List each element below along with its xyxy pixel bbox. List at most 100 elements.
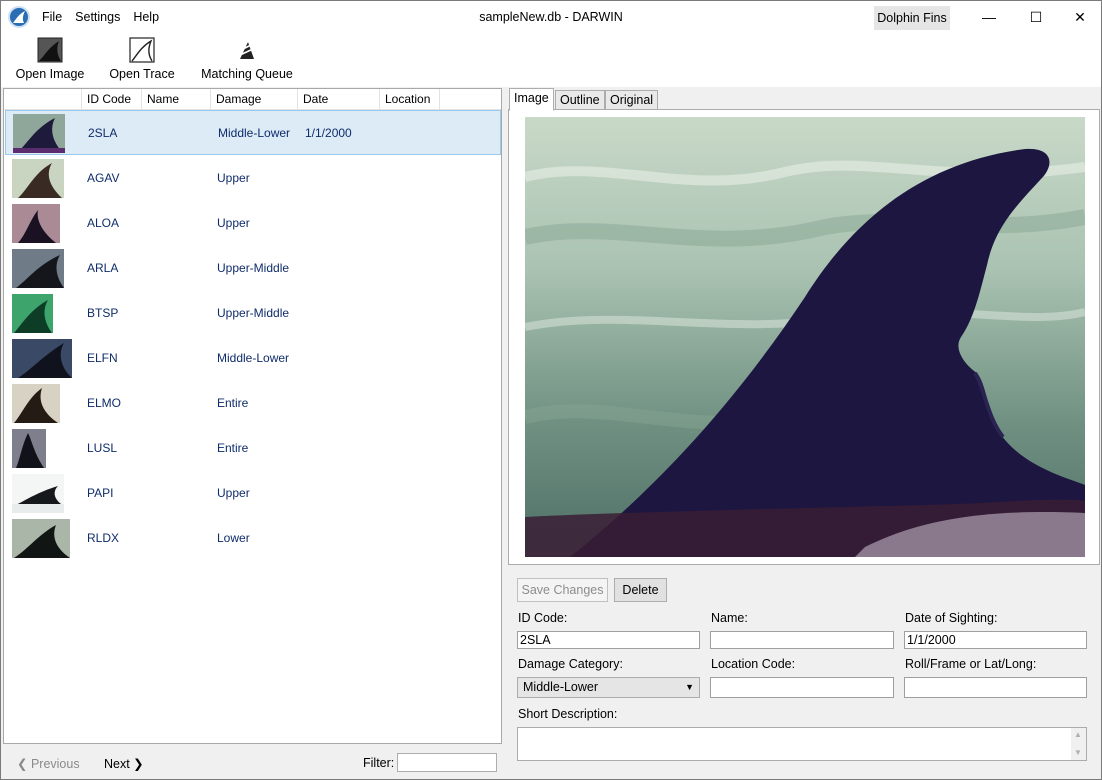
fin-list[interactable]: ID Code Name Damage Date Location 2SLA M… (3, 88, 502, 744)
row-id: BTSP (87, 306, 119, 320)
list-row[interactable]: RLDX Lower (5, 516, 501, 561)
database-catalog-button[interactable]: Dolphin Fins (874, 6, 950, 30)
close-icon[interactable]: ✕ (1057, 1, 1102, 33)
scroll-down-icon[interactable]: ▼ (1074, 748, 1082, 757)
chevron-down-icon: ▼ (685, 682, 694, 692)
row-damage: Entire (217, 396, 249, 410)
column-damage[interactable]: Damage (211, 89, 298, 110)
row-damage: Upper-Middle (217, 306, 290, 320)
list-row[interactable]: PAPI Upper (5, 471, 501, 516)
previous-label: Previous (30, 757, 80, 771)
fin-thumbnail (12, 294, 53, 333)
row-id: ELFN (87, 351, 118, 365)
description-scrollbar[interactable]: ▲ ▼ (1071, 728, 1086, 760)
row-damage: Upper (217, 216, 250, 230)
previous-button[interactable]: ❮ Previous (17, 756, 80, 771)
fin-thumbnail (12, 519, 70, 558)
image-tab-pane (508, 109, 1100, 565)
column-thumbnail[interactable] (4, 89, 82, 110)
fin-trace-icon (129, 37, 155, 63)
tab-outline[interactable]: Outline (555, 90, 605, 110)
row-id: ELMO (87, 396, 122, 410)
list-row[interactable]: LUSL Entire (5, 426, 501, 471)
chevron-right-icon: ❯ (129, 757, 144, 771)
row-damage: Lower (217, 531, 250, 545)
fin-thumbnail (12, 159, 64, 198)
open-trace-label: Open Trace (109, 67, 175, 81)
list-row[interactable]: ARLA Upper-Middle (5, 246, 501, 291)
scroll-up-icon[interactable]: ▲ (1074, 730, 1082, 739)
date-field[interactable]: 1/1/2000 (904, 631, 1087, 649)
row-damage: Entire (217, 441, 249, 455)
list-header: ID Code Name Damage Date Location (4, 89, 501, 110)
fin-thumbnail (13, 114, 65, 153)
damage-category-select[interactable]: Middle-Lower ▼ (517, 677, 700, 698)
roll-frame-field[interactable] (904, 677, 1087, 698)
filter-label: Filter: (363, 756, 395, 770)
save-changes-button[interactable]: Save Changes (517, 578, 608, 602)
list-row[interactable]: ALOA Upper (5, 201, 501, 246)
damage-category-value: Middle-Lower (523, 680, 599, 694)
list-row[interactable]: AGAV Upper (5, 156, 501, 201)
list-footer: ❮ Previous Next ❯ Filter: (3, 745, 502, 779)
location-code-label: Location Code: (711, 657, 796, 671)
open-image-label: Open Image (15, 67, 85, 81)
name-field[interactable] (710, 631, 894, 649)
row-id: RLDX (87, 531, 120, 545)
row-damage: Middle-Lower (218, 126, 291, 140)
matching-queue-label: Matching Queue (201, 67, 293, 81)
minimize-icon[interactable]: — (966, 1, 1012, 33)
next-button[interactable]: Next ❯ (104, 756, 144, 771)
row-damage: Upper-Middle (217, 261, 290, 275)
tab-image[interactable]: Image (509, 88, 554, 111)
fin-image (523, 117, 1087, 557)
filter-input[interactable] (397, 753, 497, 772)
darwin-logo-icon (8, 6, 30, 28)
date-label: Date of Sighting: (905, 611, 998, 625)
list-row[interactable]: 2SLA Middle-Lower 1/1/2000 (5, 110, 501, 155)
menu-file[interactable]: File (42, 10, 62, 24)
row-id: LUSL (87, 441, 118, 455)
name-label: Name: (711, 611, 748, 625)
menu-help[interactable]: Help (133, 10, 159, 24)
maximize-icon[interactable]: ☐ (1013, 1, 1059, 33)
row-id: AGAV (87, 171, 120, 185)
fin-thumbnail (12, 204, 60, 243)
list-row[interactable]: BTSP Upper-Middle (5, 291, 501, 336)
toolbar: Open Image Open Trace Matching Queue (1, 33, 1101, 87)
open-trace-button[interactable]: Open Trace (109, 37, 175, 83)
column-date[interactable]: Date (298, 89, 380, 110)
row-id: 2SLA (88, 126, 118, 140)
next-label: Next (104, 757, 130, 771)
column-location[interactable]: Location (380, 89, 440, 110)
fin-thumbnail (12, 339, 72, 378)
location-code-field[interactable] (710, 677, 894, 698)
row-id: ALOA (87, 216, 120, 230)
short-description-label: Short Description: (518, 707, 618, 721)
id-code-field[interactable]: 2SLA (517, 631, 700, 649)
open-image-button[interactable]: Open Image (15, 37, 85, 83)
delete-button[interactable]: Delete (614, 578, 667, 602)
tab-original-image[interactable]: Original Image (605, 90, 659, 125)
short-description-field[interactable]: ▲ ▼ (517, 727, 1087, 761)
column-name[interactable]: Name (142, 89, 211, 110)
list-row[interactable]: ELMO Entire (5, 381, 501, 426)
matching-queue-button[interactable]: Matching Queue (200, 37, 294, 83)
row-id: PAPI (87, 486, 114, 500)
row-damage: Upper (217, 486, 250, 500)
row-date: 1/1/2000 (305, 126, 352, 140)
fin-thumbnail (12, 249, 64, 288)
title-bar: File Settings Help sampleNew.db - DARWIN… (1, 1, 1101, 33)
row-damage: Middle-Lower (217, 351, 290, 365)
fin-image-icon (37, 37, 63, 63)
list-row[interactable]: ELFN Middle-Lower (5, 336, 501, 381)
fin-thumbnail (12, 429, 46, 468)
chevron-left-icon: ❮ (17, 757, 31, 771)
window-title: sampleNew.db - DARWIN (479, 10, 623, 24)
row-damage: Upper (217, 171, 250, 185)
column-id-code[interactable]: ID Code (82, 89, 142, 110)
fin-thumbnail (12, 384, 60, 423)
roll-frame-label: Roll/Frame or Lat/Long: (905, 657, 1037, 671)
menu-settings[interactable]: Settings (75, 10, 120, 24)
fin-thumbnail (12, 474, 64, 513)
